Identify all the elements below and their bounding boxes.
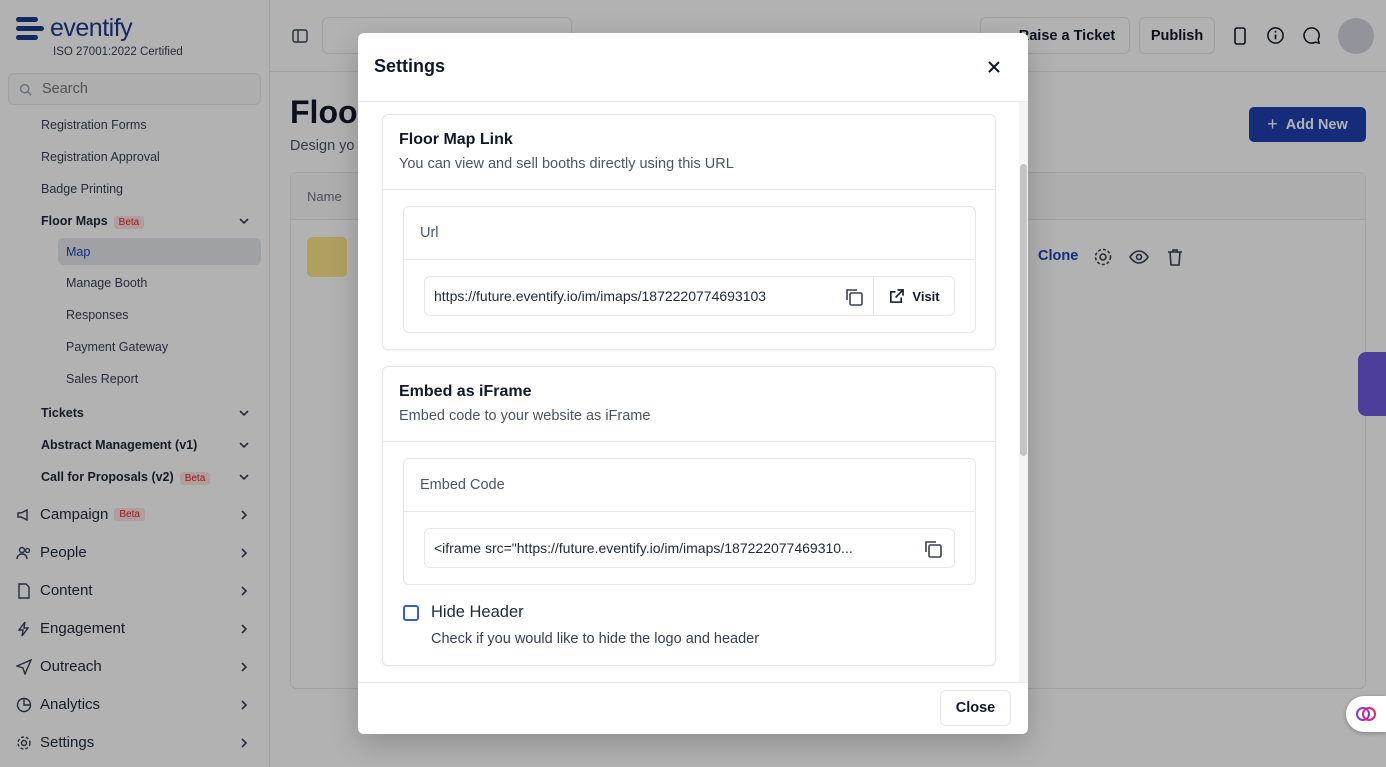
visit-label: Visit — [912, 288, 940, 304]
copy-url-button[interactable] — [843, 286, 865, 308]
modal-title: Settings — [374, 56, 446, 76]
feedback-tab[interactable] — [1358, 352, 1386, 416]
hide-header-label[interactable]: Hide Header — [431, 603, 524, 622]
visit-button[interactable]: Visit — [873, 277, 955, 315]
embed-iframe-section: Embed as iFrame Embed code to your websi… — [382, 366, 996, 666]
close-icon — [988, 61, 1000, 73]
close-button[interactable] — [982, 55, 1006, 79]
url-card: Url https://future.eventify.io/im/imaps/… — [403, 206, 976, 333]
modal-body: Floor Map Link You can view and sell boo… — [358, 102, 1020, 682]
section-title: Embed as iFrame — [399, 383, 532, 400]
modal-scrollbar[interactable] — [1019, 102, 1028, 682]
embed-code-label: Embed Code — [420, 477, 505, 493]
section-title: Floor Map Link — [399, 131, 513, 148]
hide-header-description: Check if you would like to hide the logo… — [431, 631, 760, 647]
section-description: You can view and sell booths directly us… — [399, 156, 734, 172]
embed-code-header: Embed Code — [404, 459, 975, 512]
modal-footer: Close — [358, 682, 1028, 734]
assistant-button[interactable] — [1346, 696, 1386, 732]
footer-close-button[interactable]: Close — [940, 690, 1011, 726]
brain-icon — [1356, 707, 1376, 721]
floor-map-link-section: Floor Map Link You can view and sell boo… — [382, 114, 996, 350]
url-label: Url — [420, 225, 439, 241]
section-description: Embed code to your website as iFrame — [399, 408, 651, 424]
modal-header: Settings — [358, 33, 1028, 102]
url-field[interactable]: https://future.eventify.io/im/imaps/1872… — [424, 276, 955, 316]
copy-icon — [925, 541, 942, 558]
embed-code-card: Embed Code <iframe src="https://future.e… — [403, 458, 976, 585]
external-link-icon — [890, 288, 905, 303]
section-header: Floor Map Link You can view and sell boo… — [383, 115, 995, 190]
settings-modal: Settings Floor Map Link You can view and… — [358, 33, 1028, 734]
embed-code-value[interactable]: <iframe src="https://future.eventify.io/… — [425, 540, 911, 556]
url-card-header: Url — [404, 207, 975, 260]
scrollbar-thumb[interactable] — [1020, 164, 1027, 456]
url-value[interactable]: https://future.eventify.io/im/imaps/1872… — [425, 288, 835, 304]
hide-header-checkbox[interactable] — [403, 605, 419, 621]
embed-code-field[interactable]: <iframe src="https://future.eventify.io/… — [424, 528, 955, 568]
section-header: Embed as iFrame Embed code to your websi… — [383, 367, 995, 442]
copy-icon — [846, 289, 863, 306]
copy-embed-button[interactable] — [922, 538, 944, 560]
